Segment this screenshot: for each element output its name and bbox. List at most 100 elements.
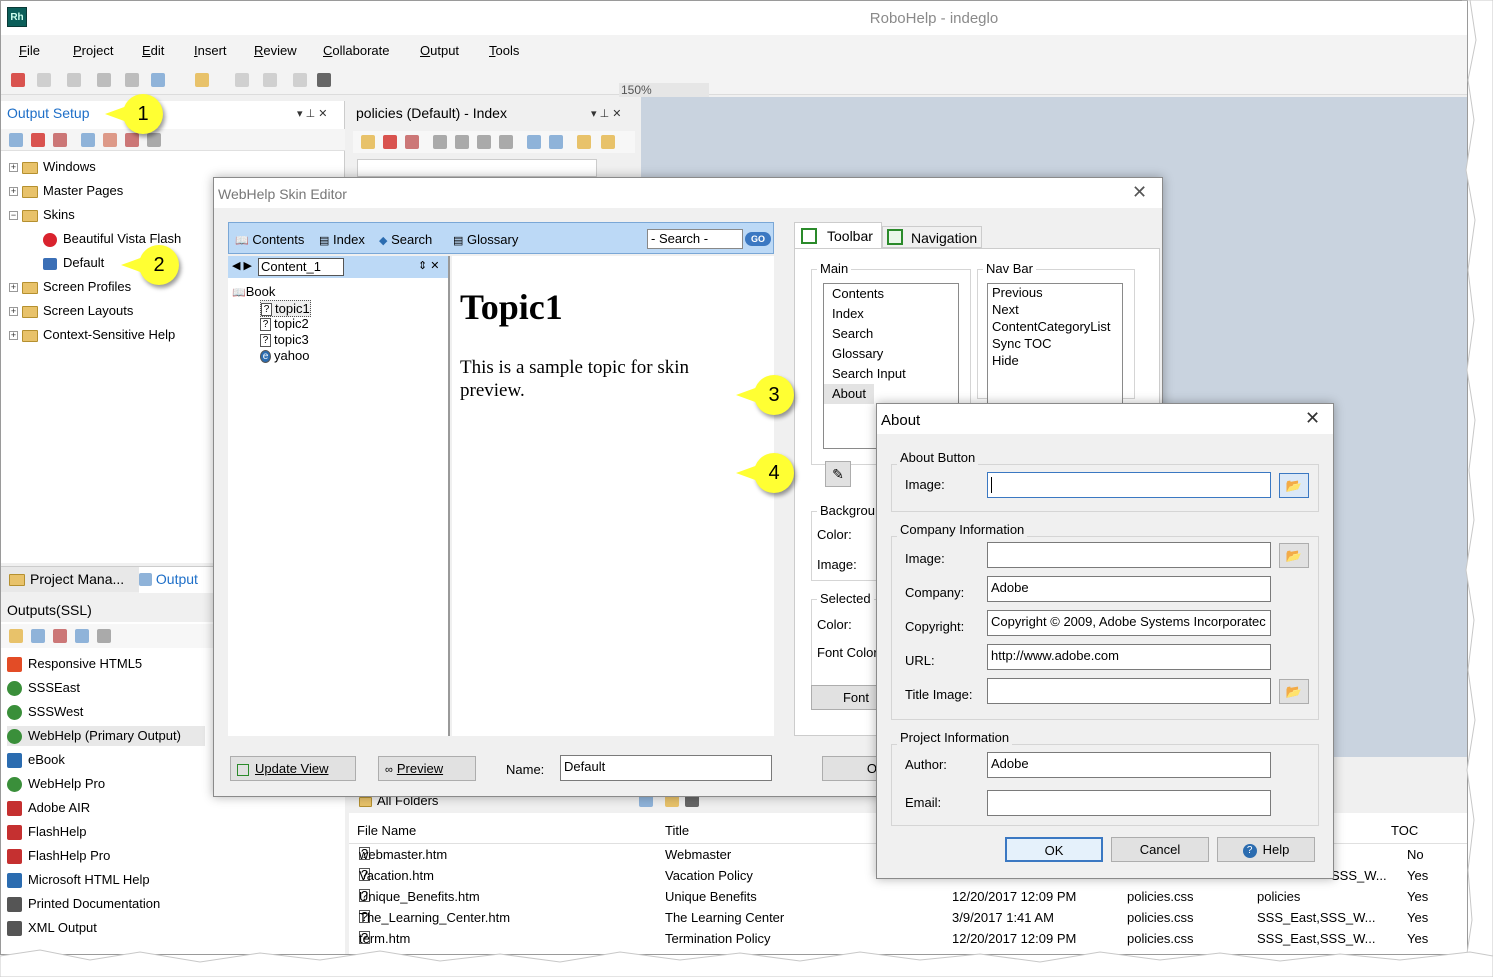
email-input[interactable] — [987, 790, 1271, 816]
tree-screen-layouts[interactable]: + Screen Layouts — [9, 301, 133, 321]
preview-tab-index[interactable]: ▤ Index — [319, 232, 365, 247]
paste-icon[interactable] — [67, 73, 81, 87]
panel-controls-icon[interactable]: ▾ ⊥ ✕ — [297, 107, 327, 120]
browse-folder-icon[interactable]: 📂 — [1279, 679, 1309, 704]
about-image-input[interactable] — [987, 472, 1271, 498]
menu-insert[interactable]: Insert — [194, 43, 227, 58]
output-adobe-air[interactable]: Adobe AIR — [7, 798, 90, 818]
nav-arrows-icon[interactable]: ◀ ▶ — [232, 259, 252, 272]
list-item[interactable]: Hide — [988, 352, 1122, 369]
column-toc[interactable]: TOC — [1391, 823, 1418, 838]
new-skin-icon[interactable] — [31, 133, 45, 147]
preview-tab-contents[interactable]: 📖 Contents — [235, 232, 304, 247]
toc-topic2[interactable]: ? topic2 — [260, 316, 309, 332]
output-ssseast[interactable]: SSSEast — [7, 678, 80, 698]
tree-windows[interactable]: + Windows — [9, 157, 96, 177]
output-flashhelp[interactable]: FlashHelp — [7, 822, 87, 842]
key-icon[interactable] — [361, 135, 375, 149]
cancel-button[interactable]: Cancel — [1111, 837, 1209, 862]
output-flashhelp-pro[interactable]: FlashHelp Pro — [7, 846, 110, 866]
layout-icon[interactable] — [103, 133, 117, 147]
toc-yahoo[interactable]: e yahoo — [260, 348, 309, 364]
tree-skin-default[interactable]: Default — [43, 253, 104, 273]
new-window-icon[interactable] — [9, 133, 23, 147]
new-master-icon[interactable] — [53, 133, 67, 147]
tab-project-manager[interactable]: Project Mana... — [9, 571, 124, 587]
browse-folder-icon[interactable]: 📂 — [1279, 543, 1309, 568]
menu-review[interactable]: Review — [254, 43, 297, 58]
move-down-icon[interactable] — [499, 135, 513, 149]
tree-context-sensitive-help[interactable]: + Context-Sensitive Help — [9, 325, 175, 345]
index-properties-icon[interactable] — [405, 135, 419, 149]
tree-skins[interactable]: − Skins — [9, 205, 75, 225]
screen-profile-icon[interactable] — [81, 133, 95, 147]
output-responsive-html5[interactable]: Responsive HTML5 — [7, 654, 142, 674]
tab-toolbar[interactable]: Toolbar — [794, 222, 882, 248]
copy-icon[interactable] — [37, 73, 51, 87]
menu-edit[interactable]: Edit — [142, 43, 164, 58]
list-item[interactable]: Search — [824, 324, 958, 344]
help-button[interactable]: ? Help — [1217, 837, 1315, 862]
content-category-select[interactable]: Content_1 — [258, 258, 344, 276]
tab-output[interactable]: Output — [139, 567, 213, 593]
update-view-button[interactable]: Update View — [230, 756, 356, 781]
menu-file[interactable]: File — [19, 43, 40, 58]
close-icon[interactable]: ✕ — [1132, 182, 1147, 203]
copyright-input[interactable]: Copyright © 2009, Adobe Systems Incorpor… — [987, 610, 1271, 636]
go-button[interactable]: GO — [745, 232, 771, 246]
ok-button[interactable]: OK — [1005, 837, 1103, 862]
output-ebook[interactable]: eBook — [7, 750, 65, 770]
preview-tab-search[interactable]: ◆ Search — [379, 232, 432, 247]
toc-book[interactable]: 📖Book — [232, 284, 275, 299]
preview-search-input[interactable]: - Search - — [647, 229, 743, 249]
properties-icon[interactable] — [125, 133, 139, 147]
list-item[interactable]: Glossary — [824, 344, 958, 364]
paragraph-icon[interactable] — [235, 73, 249, 87]
preview-button[interactable]: ∞ Preview — [378, 756, 476, 781]
list-item[interactable]: Contents — [824, 284, 958, 304]
column-file-name[interactable]: File Name — [357, 823, 416, 838]
spell-icon[interactable] — [263, 73, 277, 87]
ok-button[interactable]: O — [822, 756, 882, 781]
company-image-input[interactable] — [987, 542, 1271, 568]
index-wizard-icon[interactable] — [577, 135, 591, 149]
menu-collaborate[interactable]: Collaborate — [323, 43, 390, 58]
list-item[interactable]: Search Input — [824, 364, 958, 384]
move-right-icon[interactable] — [455, 135, 469, 149]
expand-icon[interactable]: + — [9, 283, 18, 293]
navbar-buttons-list[interactable]: Previous Next ContentCategoryList Sync T… — [987, 283, 1123, 413]
toc-topic3[interactable]: ? topic3 — [260, 332, 309, 348]
expand-icon[interactable]: + — [9, 187, 18, 197]
save-icon[interactable] — [11, 73, 25, 87]
move-up-icon[interactable] — [477, 135, 491, 149]
expand-icon[interactable]: + — [9, 307, 18, 317]
list-item-selected[interactable]: About — [824, 384, 874, 404]
expand-icon[interactable]: + — [9, 163, 18, 173]
target-icon[interactable] — [293, 73, 307, 87]
list-item[interactable]: ContentCategoryList — [988, 318, 1122, 335]
preview-icon[interactable] — [151, 73, 165, 87]
output-webhelp-pro[interactable]: WebHelp Pro — [7, 774, 105, 794]
sync-close-icon[interactable]: ⇕ ✕ — [418, 259, 440, 272]
smart-index-icon[interactable] — [383, 135, 397, 149]
preview-tab-glossary[interactable]: ▤ Glossary — [453, 232, 518, 247]
list-item[interactable]: Sync TOC — [988, 335, 1122, 352]
case-icon[interactable] — [549, 135, 563, 149]
company-input[interactable]: Adobe — [987, 576, 1271, 602]
tree-screen-profiles[interactable]: + Screen Profiles — [9, 277, 131, 297]
properties-icon[interactable] — [31, 629, 45, 643]
output-ssswest[interactable]: SSSWest — [7, 702, 83, 722]
menu-tools[interactable]: Tools — [489, 43, 519, 58]
expand-icon[interactable]: + — [9, 331, 18, 341]
redo-icon[interactable] — [125, 73, 139, 87]
skin-name-input[interactable]: Default — [560, 755, 772, 781]
tree-master-pages[interactable]: + Master Pages — [9, 181, 123, 201]
generate-icon[interactable] — [53, 629, 67, 643]
list-item[interactable]: Next — [988, 301, 1122, 318]
delete-icon[interactable] — [147, 133, 161, 147]
url-input[interactable]: http://www.adobe.com — [987, 644, 1271, 670]
tab-navigation[interactable]: Navigation — [882, 226, 982, 248]
view-icon[interactable] — [75, 629, 89, 643]
index-report-icon[interactable] — [601, 135, 615, 149]
new-output-icon[interactable] — [9, 629, 23, 643]
